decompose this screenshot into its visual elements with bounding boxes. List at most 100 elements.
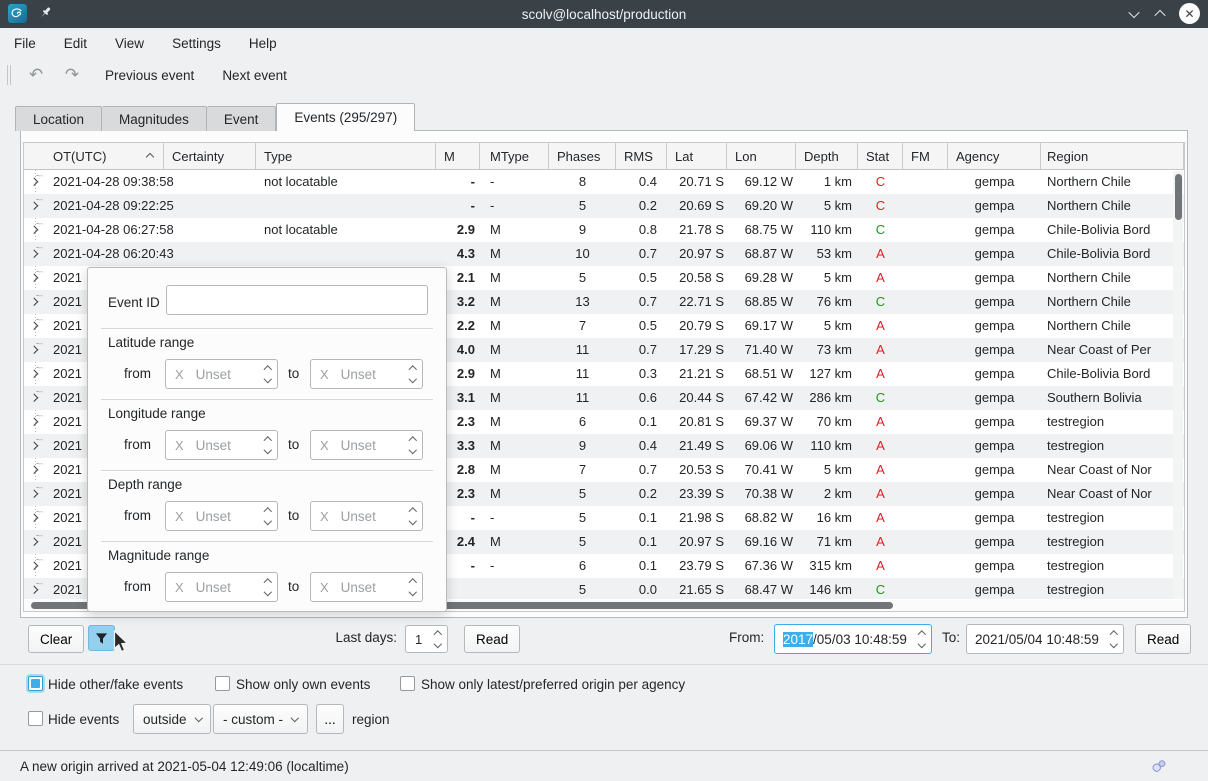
- expand-icon[interactable]: [30, 418, 38, 426]
- header-lon[interactable]: Lon: [727, 143, 796, 169]
- vertical-scrollbar-thumb[interactable]: [1175, 174, 1182, 220]
- clear-value-icon[interactable]: X: [320, 509, 329, 524]
- last-days-spinbox[interactable]: 1: [405, 625, 448, 653]
- menu-settings[interactable]: Settings: [158, 36, 235, 51]
- connection-status-icon[interactable]: [1150, 756, 1169, 778]
- header-type[interactable]: Type: [256, 143, 436, 169]
- spin-buttons[interactable]: [265, 580, 278, 595]
- header-certainty[interactable]: Certainty: [164, 143, 256, 169]
- filter-toggle-button[interactable]: [88, 625, 115, 651]
- expand-icon[interactable]: [30, 538, 38, 546]
- close-button[interactable]: ✕: [1179, 3, 1200, 24]
- expand-icon[interactable]: [30, 250, 38, 258]
- hide-events-checkbox[interactable]: [28, 711, 43, 726]
- expand-icon[interactable]: [30, 466, 38, 474]
- latitude-to-spinbox[interactable]: X Unset: [310, 359, 423, 389]
- hide-other-fake-events-checkbox[interactable]: [28, 676, 43, 691]
- expand-icon[interactable]: [30, 514, 38, 522]
- expand-icon[interactable]: [30, 490, 38, 498]
- expand-icon[interactable]: [30, 346, 38, 354]
- maximize-button[interactable]: [1150, 4, 1170, 24]
- to-datetime-field[interactable]: 2021/05/04 10:48:59: [966, 624, 1124, 654]
- header-fm[interactable]: FM: [903, 143, 948, 169]
- clear-value-icon[interactable]: X: [320, 367, 329, 382]
- expand-icon[interactable]: [30, 298, 38, 306]
- table-row[interactable]: 2021-04-28 06:27:58 not locatable 2.9 M …: [24, 218, 1184, 242]
- spin-buttons[interactable]: [1111, 632, 1124, 647]
- spin-buttons[interactable]: [265, 367, 278, 382]
- spin-buttons[interactable]: [919, 632, 932, 647]
- event-id-input[interactable]: [166, 285, 428, 315]
- header-lat[interactable]: Lat: [667, 143, 727, 169]
- expand-icon[interactable]: [30, 586, 38, 594]
- clear-button[interactable]: Clear: [28, 625, 84, 653]
- spin-buttons[interactable]: [410, 367, 423, 382]
- titlebar[interactable]: scolv@localhost/production ✕: [0, 0, 1208, 28]
- region-scope-dropdown[interactable]: outside: [133, 704, 211, 734]
- expand-icon[interactable]: [30, 442, 38, 450]
- tab-events[interactable]: Events (295/297): [276, 103, 415, 131]
- expand-icon[interactable]: [30, 370, 38, 378]
- toolbar-drag-handle[interactable]: [7, 65, 11, 85]
- undo-arrow-icon[interactable]: ↶: [25, 65, 47, 85]
- spin-buttons[interactable]: [435, 632, 448, 647]
- show-only-latest-checkbox[interactable]: [400, 676, 415, 691]
- clear-value-icon[interactable]: X: [175, 580, 184, 595]
- region-preset-dropdown[interactable]: - custom -: [213, 704, 308, 734]
- region-browse-button[interactable]: ...: [316, 704, 344, 734]
- magnitude-to-spinbox[interactable]: X Unset: [310, 572, 423, 602]
- header-mtype[interactable]: MType: [480, 143, 549, 169]
- show-only-own-events-checkbox[interactable]: [215, 676, 230, 691]
- read-range-button[interactable]: Read: [1135, 624, 1191, 654]
- read-last-days-button[interactable]: Read: [464, 625, 520, 653]
- menubar: File Edit View Settings Help: [0, 28, 1208, 58]
- spin-buttons[interactable]: [265, 438, 278, 453]
- menu-edit[interactable]: Edit: [50, 36, 101, 51]
- redo-arrow-icon[interactable]: ↷: [61, 65, 83, 85]
- menu-help[interactable]: Help: [235, 36, 291, 51]
- spin-buttons[interactable]: [410, 580, 423, 595]
- tab-location[interactable]: Location: [15, 106, 102, 131]
- expand-icon[interactable]: [30, 322, 38, 330]
- clear-value-icon[interactable]: X: [320, 580, 329, 595]
- clear-value-icon[interactable]: X: [175, 509, 184, 524]
- tab-magnitudes[interactable]: Magnitudes: [102, 106, 207, 131]
- header-rms[interactable]: RMS: [616, 143, 667, 169]
- table-row[interactable]: 2021-04-28 06:20:43 4.3 M 10 0.7 20.97 S…: [24, 242, 1184, 266]
- header-agency[interactable]: Agency: [948, 143, 1041, 169]
- latitude-from-spinbox[interactable]: X Unset: [165, 359, 278, 389]
- clear-value-icon[interactable]: X: [175, 438, 184, 453]
- header-ot[interactable]: OT(UTC): [24, 143, 164, 169]
- next-event-button[interactable]: Next event: [216, 65, 293, 86]
- menu-file[interactable]: File: [0, 36, 50, 51]
- spin-buttons[interactable]: [265, 509, 278, 524]
- header-region[interactable]: Region: [1041, 143, 1184, 169]
- tab-event[interactable]: Event: [207, 106, 277, 131]
- table-row[interactable]: 2021-04-28 09:22:25 - - 5 0.2 20.69 S 69…: [24, 194, 1184, 218]
- spin-buttons[interactable]: [410, 438, 423, 453]
- minimize-button[interactable]: [1124, 4, 1144, 24]
- clear-value-icon[interactable]: X: [320, 438, 329, 453]
- expand-icon[interactable]: [30, 274, 38, 282]
- longitude-to-spinbox[interactable]: X Unset: [310, 430, 423, 460]
- spin-buttons[interactable]: [410, 509, 423, 524]
- header-depth[interactable]: Depth: [796, 143, 858, 169]
- previous-event-button[interactable]: Previous event: [99, 65, 200, 86]
- table-row[interactable]: 2021-04-28 09:38:58 not locatable - - 8 …: [24, 170, 1184, 194]
- expand-icon[interactable]: [30, 202, 38, 210]
- header-phases[interactable]: Phases: [549, 143, 616, 169]
- clear-value-icon[interactable]: X: [175, 367, 184, 382]
- menu-view[interactable]: View: [101, 36, 158, 51]
- magnitude-from-spinbox[interactable]: X Unset: [165, 572, 278, 602]
- expand-icon[interactable]: [30, 226, 38, 234]
- vertical-scrollbar[interactable]: [1173, 171, 1183, 599]
- expand-icon[interactable]: [30, 562, 38, 570]
- depth-to-spinbox[interactable]: X Unset: [310, 501, 423, 531]
- header-m[interactable]: M: [436, 143, 480, 169]
- longitude-from-spinbox[interactable]: X Unset: [165, 430, 278, 460]
- from-datetime-field[interactable]: 2017/05/03 10:48:59: [774, 624, 932, 654]
- depth-from-spinbox[interactable]: X Unset: [165, 501, 278, 531]
- header-stat[interactable]: Stat: [858, 143, 903, 169]
- expand-icon[interactable]: [30, 178, 38, 186]
- expand-icon[interactable]: [30, 394, 38, 402]
